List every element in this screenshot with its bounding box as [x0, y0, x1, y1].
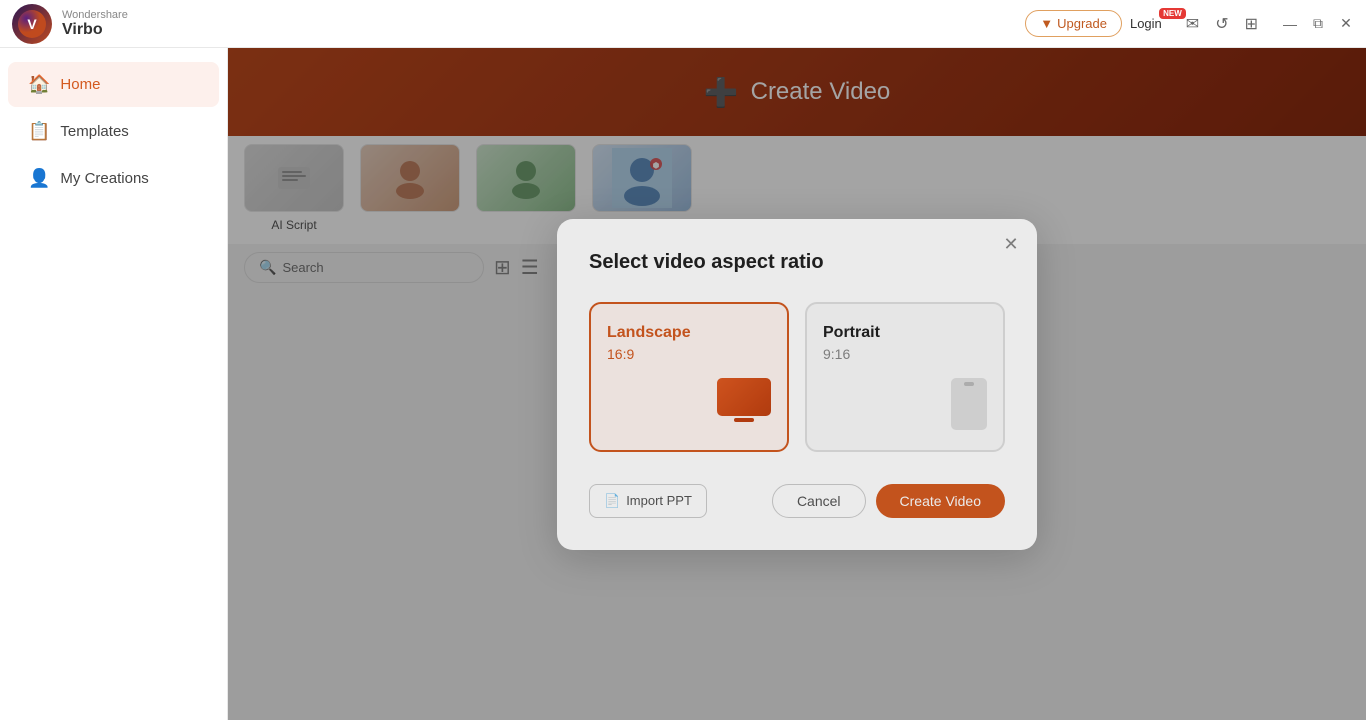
- logo-text: Wondershare Virbo: [62, 9, 128, 39]
- templates-icon: 📋: [28, 121, 50, 142]
- create-video-button[interactable]: Create Video: [876, 484, 1005, 518]
- home-icon: 🏠: [28, 74, 50, 95]
- sidebar-item-home-label: Home: [60, 76, 100, 93]
- grid-icon[interactable]: ⊞: [1245, 14, 1258, 34]
- landscape-icon-wrap: [607, 378, 771, 416]
- aspect-ratio-dialog: ✕ Select video aspect ratio Landscape 16…: [557, 219, 1037, 550]
- sidebar-item-my-creations[interactable]: 👤 My Creations: [8, 156, 219, 201]
- login-button[interactable]: Login NEW: [1130, 16, 1162, 31]
- ppt-icon: 📄: [604, 493, 620, 509]
- titlebar: V Wondershare Virbo ▼ Upgrade Login NEW …: [0, 0, 1366, 48]
- dialog-action-buttons: Cancel Create Video: [772, 484, 1005, 518]
- history-icon[interactable]: ↺: [1215, 14, 1228, 34]
- mail-icon[interactable]: ✉: [1186, 14, 1199, 34]
- app-logo: V Wondershare Virbo: [12, 4, 128, 44]
- landscape-option[interactable]: Landscape 16:9: [589, 302, 789, 452]
- portrait-name: Portrait: [823, 324, 880, 342]
- modal-overlay: ✕ Select video aspect ratio Landscape 16…: [228, 48, 1366, 720]
- landscape-name: Landscape: [607, 324, 691, 342]
- sidebar-item-templates[interactable]: 📋 Templates: [8, 109, 219, 154]
- sidebar-item-home[interactable]: 🏠 Home: [8, 62, 219, 107]
- login-label: Login: [1130, 16, 1162, 31]
- aspect-options: Landscape 16:9 Portrait 9:16: [589, 302, 1005, 452]
- import-ppt-label: Import PPT: [626, 493, 692, 508]
- upgrade-label: Upgrade: [1057, 16, 1107, 31]
- upgrade-button[interactable]: ▼ Upgrade: [1025, 10, 1122, 37]
- import-ppt-button[interactable]: 📄 Import PPT: [589, 484, 707, 518]
- minimize-button[interactable]: —: [1282, 16, 1298, 32]
- landscape-shape-icon: [717, 378, 771, 416]
- portrait-icon-wrap: [823, 378, 987, 430]
- titlebar-icon-group: ✉ ↺ ⊞: [1186, 14, 1258, 34]
- portrait-option[interactable]: Portrait 9:16: [805, 302, 1005, 452]
- brand-name: Wondershare: [62, 9, 128, 21]
- sidebar: 🏠 Home 📋 Templates 👤 My Creations: [0, 48, 228, 720]
- dialog-close-button[interactable]: ✕: [999, 233, 1023, 257]
- upgrade-arrow-icon: ▼: [1040, 16, 1053, 31]
- dialog-footer: 📄 Import PPT Cancel Create Video: [589, 484, 1005, 518]
- titlebar-actions: ▼ Upgrade Login NEW ✉ ↺ ⊞ — ⧉ ✕: [1025, 10, 1354, 37]
- close-button[interactable]: ✕: [1338, 16, 1354, 32]
- logo-icon: V: [12, 4, 52, 44]
- dialog-title: Select video aspect ratio: [589, 251, 1005, 274]
- product-name: Virbo: [62, 21, 128, 39]
- landscape-ratio: 16:9: [607, 346, 634, 362]
- new-badge: NEW: [1159, 8, 1186, 19]
- portrait-shape-icon: [951, 378, 987, 430]
- my-creations-icon: 👤: [28, 168, 50, 189]
- restore-button[interactable]: ⧉: [1310, 16, 1326, 32]
- cancel-button[interactable]: Cancel: [772, 484, 866, 518]
- main-content: ➕ Create Video AI Script: [228, 48, 1366, 720]
- sidebar-item-templates-label: Templates: [60, 123, 128, 140]
- main-layout: 🏠 Home 📋 Templates 👤 My Creations ➕ Crea…: [0, 48, 1366, 720]
- sidebar-item-my-creations-label: My Creations: [60, 170, 148, 187]
- svg-text:V: V: [27, 16, 37, 32]
- portrait-ratio: 9:16: [823, 346, 850, 362]
- window-controls: — ⧉ ✕: [1282, 16, 1354, 32]
